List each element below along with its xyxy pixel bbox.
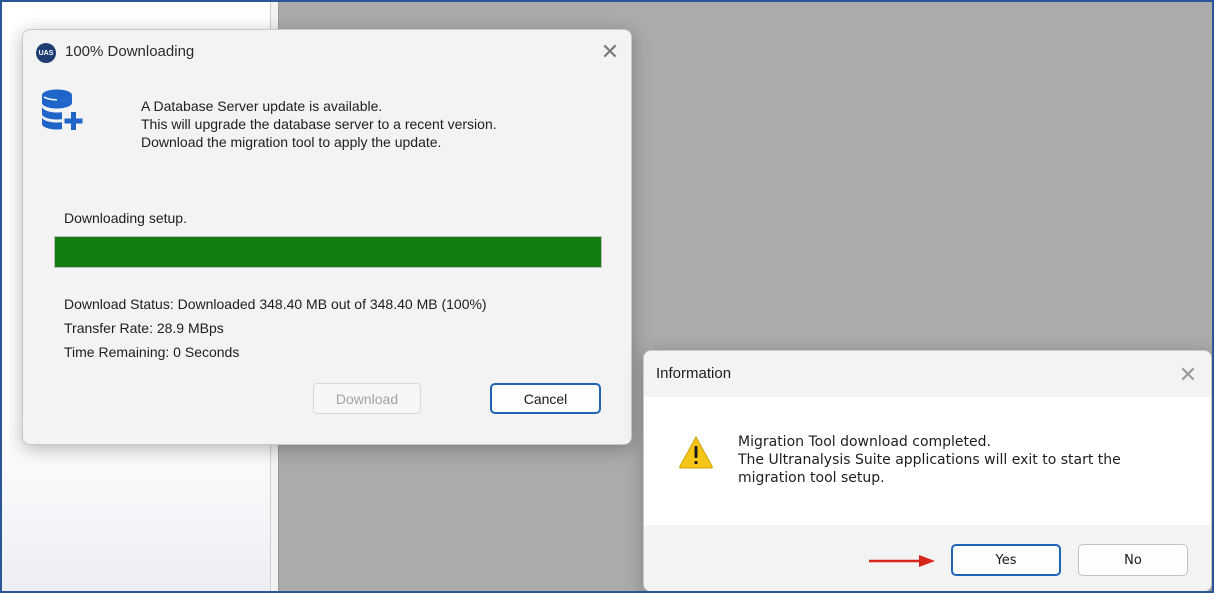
information-dialog-footer: Yes No: [644, 525, 1211, 591]
message-line: Migration Tool download completed.: [738, 434, 991, 450]
download-dialog: UAS 100% Downloading ✕ A Database Server…: [22, 29, 632, 445]
download-dialog-title: 100% Downloading: [65, 43, 195, 60]
progress-label: Downloading setup.: [64, 210, 187, 226]
warning-icon: [679, 435, 713, 469]
download-dialog-message: A Database Server update is available. T…: [141, 97, 497, 151]
screen: UAS 100% Downloading ✕ A Database Server…: [0, 0, 1214, 593]
message-line: The Ultranalysis Suite applications will…: [738, 452, 1121, 468]
information-dialog: Information ✕ Migration Tool download co…: [643, 350, 1212, 591]
download-button[interactable]: Download: [313, 383, 421, 414]
information-dialog-close-icon[interactable]: ✕: [1174, 361, 1202, 389]
progress-fill: [55, 237, 601, 267]
message-line: This will upgrade the database server to…: [141, 116, 497, 132]
information-dialog-body: Migration Tool download completed. The U…: [644, 397, 1211, 525]
time-remaining-text: Time Remaining: 0 Seconds: [64, 344, 240, 360]
transfer-rate-text: Transfer Rate: 28.9 MBps: [64, 320, 224, 336]
message-line: A Database Server update is available.: [141, 98, 383, 114]
download-status-text: Download Status: Downloaded 348.40 MB ou…: [64, 296, 487, 312]
download-stats: Download Status: Downloaded 348.40 MB ou…: [64, 292, 487, 364]
message-line: Download the migration tool to apply the…: [141, 134, 442, 150]
download-dialog-close-icon[interactable]: ✕: [596, 38, 624, 66]
message-line: migration tool setup.: [738, 470, 885, 486]
information-dialog-message: Migration Tool download completed. The U…: [738, 433, 1121, 487]
yes-button[interactable]: Yes: [951, 544, 1061, 576]
database-add-icon: [42, 89, 83, 130]
download-progress-bar: [54, 236, 602, 268]
red-arrow-annotation: [869, 555, 935, 567]
cancel-button[interactable]: Cancel: [490, 383, 601, 414]
information-dialog-titlebar[interactable]: Information ✕: [644, 351, 1211, 397]
download-dialog-titlebar[interactable]: UAS 100% Downloading ✕: [23, 30, 631, 74]
no-button[interactable]: No: [1078, 544, 1188, 576]
app-logo-icon: UAS: [36, 43, 56, 63]
information-dialog-title: Information: [656, 365, 732, 382]
